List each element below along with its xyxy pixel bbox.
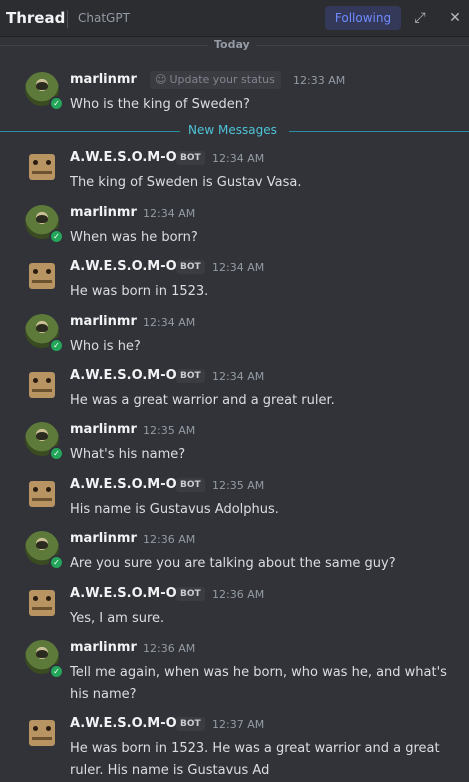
message-author[interactable]: A.W.E.S.O.M-O [70,259,177,274]
online-status-icon: ✓ [49,338,64,353]
message-author[interactable]: A.W.E.S.O.M-O [70,716,177,731]
message-timestamp: 12:35 AM [212,479,265,492]
message-text: He was born in 1523. He was a great warr… [70,741,440,778]
close-icon[interactable]: ✕ [445,8,465,28]
message-timestamp: 12:33 AM [293,74,346,87]
bot-badge: BOT [176,151,205,165]
thread-header: Thread ChatGPT Following ⤢ ✕ [0,0,469,37]
online-status-icon: ✓ [49,555,64,570]
message-text: When was he born? [70,230,198,245]
message-text: His name is Gustavus Adolphus. [70,502,279,517]
message-author[interactable]: marlinmr [70,72,137,87]
message-timestamp: 12:34 AM [143,316,196,329]
user-avatar[interactable]: ✓ [25,72,64,111]
message-timestamp: 12:36 AM [143,533,196,546]
date-divider: Today [0,37,469,53]
message-timestamp: 12:34 AM [212,370,265,383]
user-avatar[interactable]: ✓ [25,205,64,244]
message-author[interactable]: A.W.E.S.O.M-O [70,477,177,492]
online-status-icon: ✓ [49,446,64,461]
new-messages-line-right [289,131,469,132]
message-author[interactable]: A.W.E.S.O.M-O [70,150,177,165]
online-status-icon: ✓ [49,229,64,244]
update-status-label: Update your status [169,73,275,86]
message-text: Are you sure you are talking about the s… [70,556,396,571]
update-status-button[interactable]: ☺ Update your status [150,71,281,89]
message-timestamp: 12:36 AM [143,642,196,655]
thread-title: Thread [6,9,66,27]
bot-avatar[interactable] [29,372,55,398]
bot-badge: BOT [176,587,205,601]
bot-badge: BOT [176,717,205,731]
new-messages-label: New Messages [188,123,277,137]
bot-avatar[interactable] [29,720,55,746]
bot-badge: BOT [176,260,205,274]
bot-avatar[interactable] [29,263,55,289]
message-author[interactable]: A.W.E.S.O.M-O [70,368,177,383]
bot-badge: BOT [176,478,205,492]
message-author[interactable]: marlinmr [70,422,137,437]
message-text: He was a great warrior and a great ruler… [70,393,335,408]
message-timestamp: 12:35 AM [143,424,196,437]
message-timestamp: 12:34 AM [143,207,196,220]
message-text: The king of Sweden is Gustav Vasa. [70,175,302,190]
user-avatar[interactable]: ✓ [25,531,64,570]
message-text: Who is he? [70,339,141,354]
bot-avatar[interactable] [29,154,55,180]
bot-avatar[interactable] [29,481,55,507]
new-messages-line-left [0,131,180,132]
user-avatar[interactable]: ✓ [25,422,64,461]
message-text: He was born in 1523. [70,284,209,299]
bot-badge: BOT [176,369,205,383]
bot-avatar[interactable] [29,590,55,616]
message-timestamp: 12:37 AM [212,718,265,731]
message-author[interactable]: marlinmr [70,314,137,329]
smile-add-icon: ☺ [155,73,167,86]
message-author[interactable]: marlinmr [70,531,137,546]
message-author[interactable]: A.W.E.S.O.M-O [70,586,177,601]
message-timestamp: 12:34 AM [212,261,265,274]
message-timestamp: 12:36 AM [212,588,265,601]
user-avatar[interactable]: ✓ [25,314,64,353]
channel-name[interactable]: ChatGPT [78,11,130,25]
new-messages-divider: New Messages [0,122,469,140]
header-divider [67,10,68,28]
message-text: Who is the king of Sweden? [70,97,250,112]
user-avatar[interactable]: ✓ [25,640,64,679]
message-text: Yes, I am sure. [70,611,165,626]
online-status-icon: ✓ [49,96,64,111]
following-button[interactable]: Following [325,6,401,30]
message-timestamp: 12:34 AM [212,152,265,165]
expand-icon[interactable]: ⤢ [410,8,430,28]
message-text: Tell me again, when was he born, who was… [70,665,447,702]
online-status-icon: ✓ [49,664,64,679]
message-author[interactable]: marlinmr [70,640,137,655]
message-text: What's his name? [70,447,186,462]
message-author[interactable]: marlinmr [70,205,137,220]
date-divider-label: Today [208,38,256,52]
